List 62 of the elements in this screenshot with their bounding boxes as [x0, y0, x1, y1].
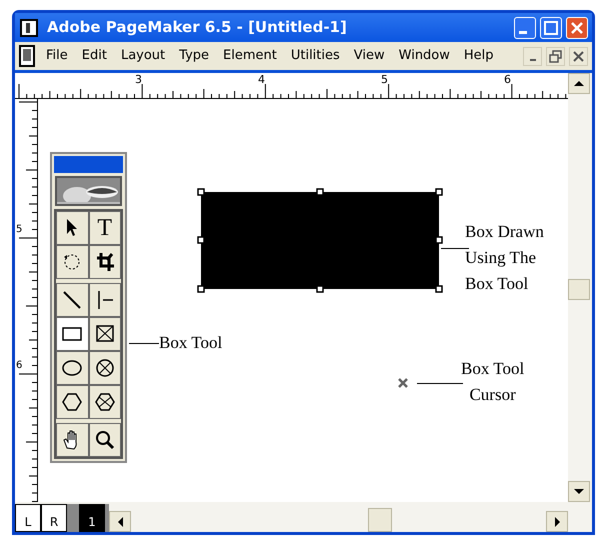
tool-button[interactable] [88, 423, 121, 457]
tool-button[interactable] [56, 317, 88, 351]
ruler-number: 4 [258, 73, 265, 86]
callout-text: Box Tool [159, 332, 222, 354]
tool-button[interactable] [56, 211, 88, 245]
scroll-thumb[interactable] [568, 279, 590, 300]
ruler-number: 6 [16, 360, 22, 371]
triangle-right-icon [554, 516, 560, 526]
menu-item[interactable]: Type [172, 46, 216, 66]
scroll-right-button[interactable] [546, 511, 568, 532]
tool-button[interactable] [88, 385, 121, 419]
tool-button[interactable] [56, 385, 88, 419]
tool-button[interactable]: T [88, 211, 121, 245]
ruler-number: 3 [135, 73, 142, 86]
minimize-icon [530, 59, 536, 62]
leader-line [129, 342, 159, 345]
tool-button[interactable] [88, 245, 121, 279]
scroll-left-button[interactable] [109, 511, 131, 532]
menu-item[interactable]: Element [216, 46, 284, 66]
restore-button[interactable] [546, 46, 565, 66]
app-icon [19, 18, 39, 38]
page-icon[interactable]: 1 [79, 504, 105, 532]
master-page-icon[interactable]: L [15, 504, 41, 532]
tool-button[interactable] [56, 423, 88, 457]
menu-item[interactable]: Window [392, 46, 457, 66]
triangle-down-icon [574, 489, 584, 494]
tool-button[interactable] [56, 351, 88, 385]
crosshair-cursor-icon [397, 377, 409, 389]
ruler-number: 5 [16, 224, 22, 235]
menu-item[interactable]: Layout [114, 46, 172, 66]
menu-item[interactable]: Utilities [284, 46, 347, 66]
ruler-number: 5 [381, 73, 388, 86]
document-icon[interactable] [19, 45, 35, 68]
menu-item[interactable]: File [39, 46, 75, 66]
minimize-icon [518, 31, 526, 34]
callout-text: Box Tool [465, 273, 530, 295]
minimize-button[interactable] [523, 46, 542, 66]
tool-button[interactable] [88, 351, 121, 385]
callout-text: Box Tool [461, 358, 524, 380]
tool-button[interactable] [88, 317, 121, 351]
triangle-left-icon [118, 516, 122, 526]
leader-line [417, 382, 463, 385]
leader-line [441, 247, 469, 250]
tool-button[interactable] [56, 283, 88, 317]
master-page-icon[interactable]: R [41, 504, 67, 532]
maximize-button[interactable] [540, 16, 562, 39]
scroll-thumb[interactable] [368, 508, 392, 532]
menu-item[interactable]: View [346, 46, 392, 66]
close-icon[interactable] [569, 46, 588, 66]
scroll-up-button[interactable] [568, 73, 590, 94]
menu-item[interactable]: Edit [74, 46, 114, 66]
callout-text: Box Drawn [465, 221, 544, 243]
triangle-up-icon [574, 81, 584, 86]
tool-button[interactable] [88, 283, 121, 317]
tool-button[interactable] [56, 245, 88, 279]
drawn-rectangle[interactable] [197, 188, 443, 293]
menu-item[interactable]: Help [456, 46, 501, 66]
scroll-down-button[interactable] [568, 481, 590, 502]
window-title: Adobe PageMaker 6.5 - [Untitled-1] [47, 17, 347, 38]
callout-text: Cursor [468, 384, 517, 406]
ruler-number: 6 [504, 73, 511, 86]
callout-text: Using The [465, 247, 537, 269]
